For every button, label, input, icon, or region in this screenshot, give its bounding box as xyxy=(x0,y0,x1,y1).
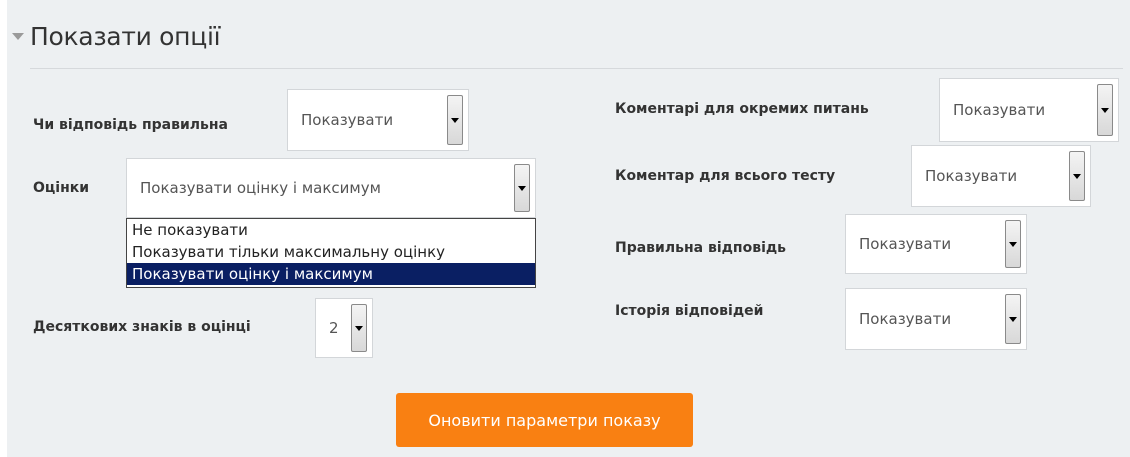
section-legend[interactable]: Показати опції xyxy=(12,22,221,51)
chevron-down-icon xyxy=(1009,242,1017,247)
right-answer-label: Правильна відповідь xyxy=(615,240,787,256)
marks-select[interactable]: Показувати оцінку і максимум xyxy=(126,158,536,218)
decimals-label: Десяткових знаків в оцінці xyxy=(33,319,251,335)
marks-select-button[interactable] xyxy=(514,164,530,212)
marks-select-value: Показувати оцінку і максимум xyxy=(140,179,381,197)
decimals-select[interactable]: 2 xyxy=(315,298,373,358)
chevron-down-icon xyxy=(355,326,363,331)
correctness-label: Чи відповідь правильна xyxy=(33,117,228,133)
decimals-select-button[interactable] xyxy=(351,304,367,352)
history-select-value: Показувати xyxy=(859,310,952,328)
specific-feedback-select-button[interactable] xyxy=(1097,84,1113,136)
correctness-select[interactable]: Показувати xyxy=(287,89,469,151)
marks-option-hide[interactable]: Не показувати xyxy=(127,219,535,241)
collapse-triangle-icon[interactable] xyxy=(12,33,24,40)
section-title: Показати опції xyxy=(30,22,221,51)
chevron-down-icon xyxy=(1009,317,1017,322)
specific-feedback-label: Коментарі для окремих питань xyxy=(615,101,869,117)
section-divider xyxy=(30,68,1123,69)
marks-option-mark-and-max[interactable]: Показувати оцінку і максимум xyxy=(127,263,535,285)
history-label: Історія відповідей xyxy=(615,303,764,319)
history-select-button[interactable] xyxy=(1005,294,1021,344)
marks-dropdown-list[interactable]: Не показувати Показувати тільки максимал… xyxy=(126,218,536,288)
general-feedback-label: Коментар для всього тесту xyxy=(615,168,836,184)
general-feedback-select[interactable]: Показувати xyxy=(911,145,1091,207)
right-answer-select-button[interactable] xyxy=(1005,220,1021,268)
right-answer-select-value: Показувати xyxy=(859,235,952,253)
specific-feedback-select-value: Показувати xyxy=(953,101,1046,119)
correctness-select-button[interactable] xyxy=(447,95,463,145)
general-feedback-select-value: Показувати xyxy=(925,167,1018,185)
chevron-down-icon xyxy=(1073,174,1081,179)
right-answer-select[interactable]: Показувати xyxy=(845,214,1027,274)
history-select[interactable]: Показувати xyxy=(845,288,1027,350)
marks-label: Оцінки xyxy=(33,180,90,196)
chevron-down-icon xyxy=(451,118,459,123)
update-display-options-button[interactable]: Оновити параметри показу xyxy=(396,393,693,447)
chevron-down-icon xyxy=(518,186,526,191)
general-feedback-select-button[interactable] xyxy=(1069,151,1085,201)
decimals-select-value: 2 xyxy=(329,319,339,337)
specific-feedback-select[interactable]: Показувати xyxy=(939,78,1119,142)
correctness-select-value: Показувати xyxy=(301,111,394,129)
marks-option-max-only[interactable]: Показувати тільки максимальну оцінку xyxy=(127,241,535,263)
chevron-down-icon xyxy=(1101,108,1109,113)
